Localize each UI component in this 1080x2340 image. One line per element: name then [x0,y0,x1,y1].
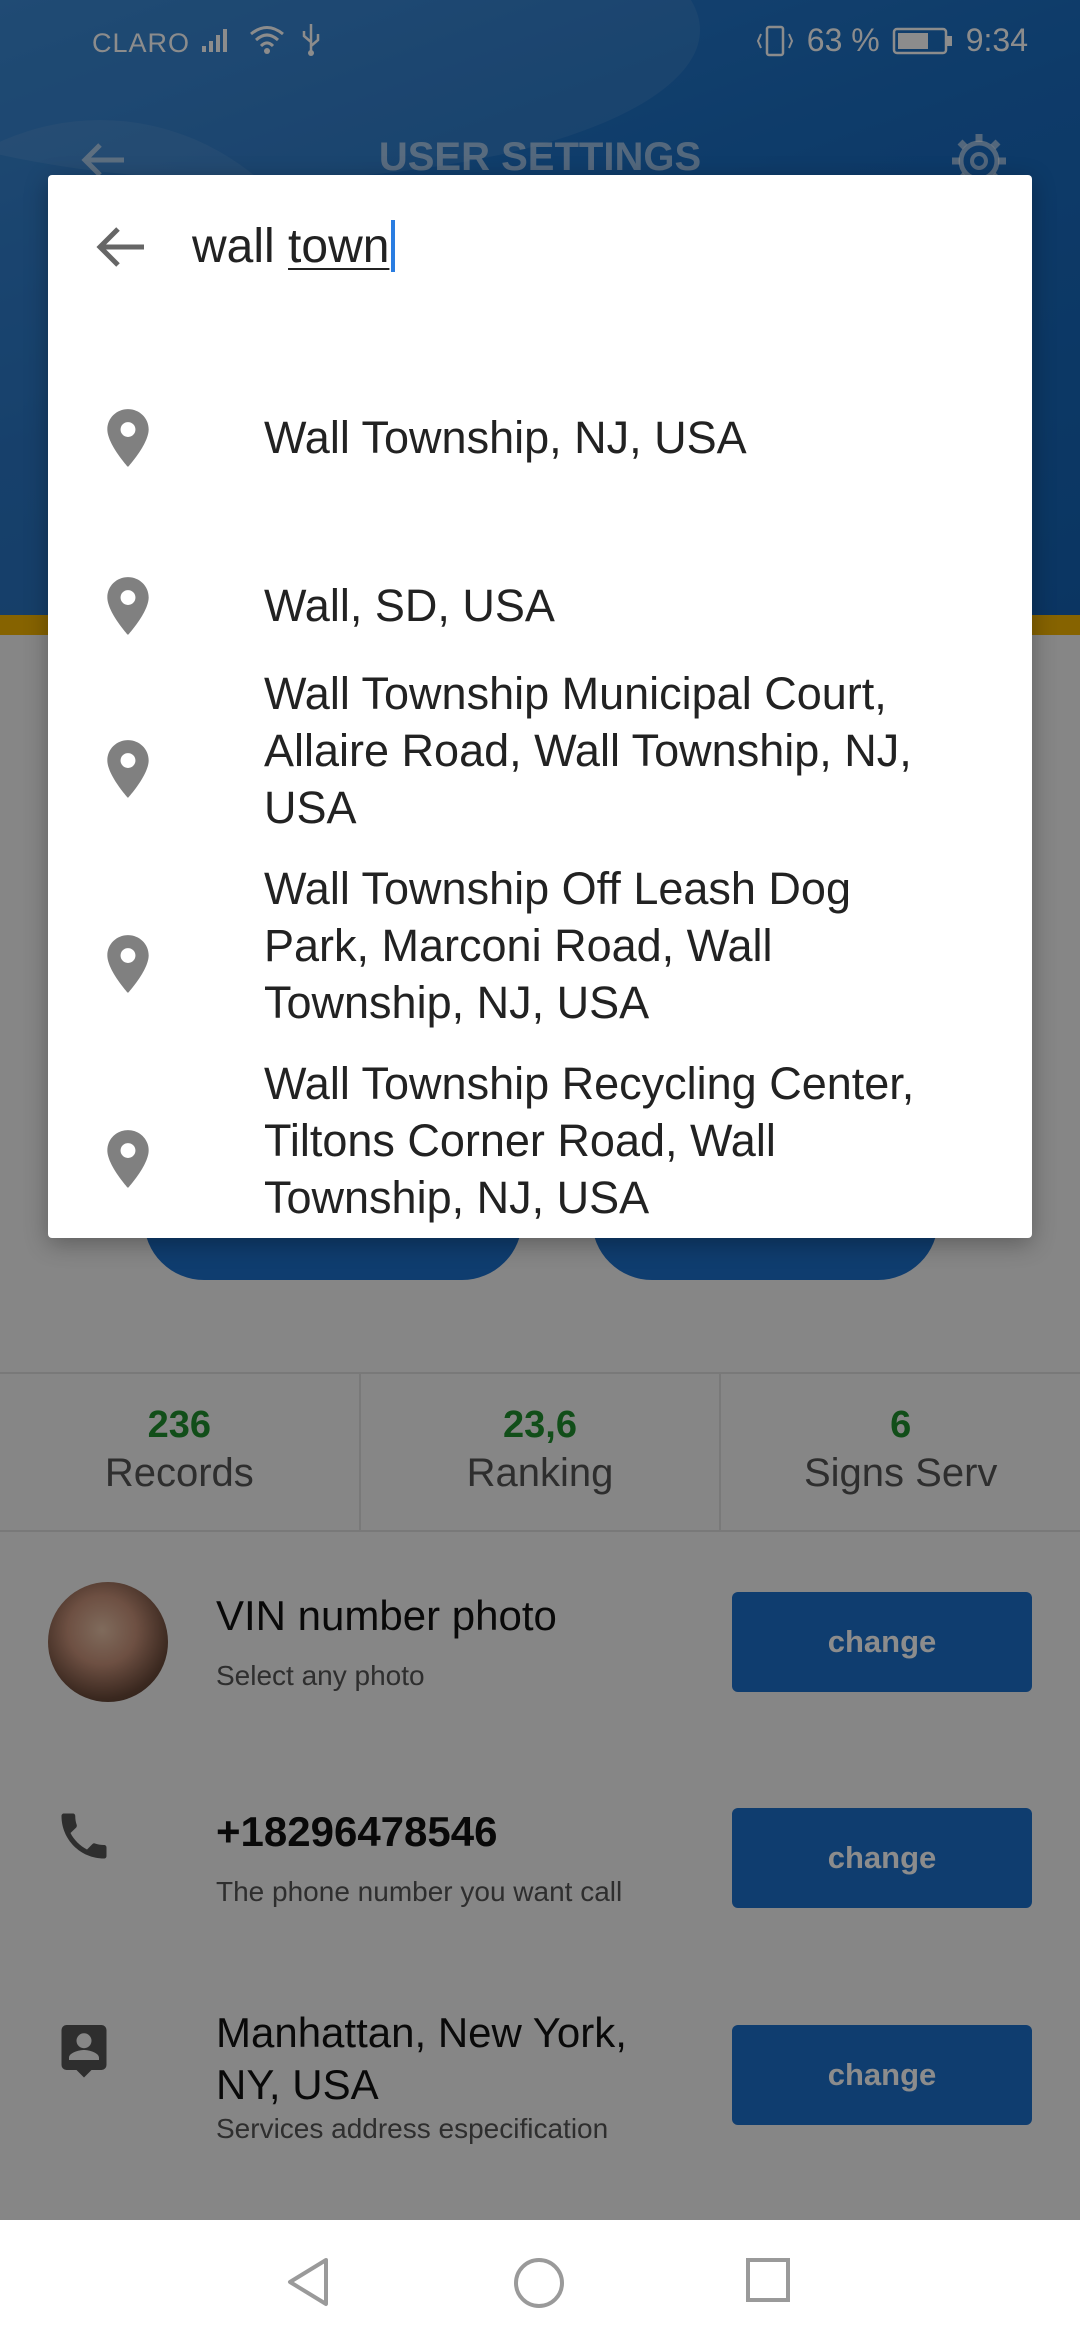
result-line: Wall Township, NJ, USA [264,412,747,463]
result-line: Wall, SD, USA [264,580,555,631]
triangle-back-icon[interactable] [284,2256,332,2308]
query-composing-text: town [288,220,390,273]
result-line: Wall Township Municipal Court, [264,668,887,719]
search-result-item[interactable]: Wall, SD, USA [48,533,1032,683]
search-input[interactable]: wall town [192,219,396,274]
search-result-item[interactable]: Wall Township Recycling Center, Tiltons … [48,1055,1032,1238]
result-text: Wall Township Off Leash Dog Park, Marcon… [264,860,1004,1031]
query-text: wall [192,220,289,273]
result-line: Wall Township Off Leash Dog [264,863,851,914]
location-pin-icon [107,577,149,635]
result-line: Allaire Road, Wall Township, NJ, [264,725,912,776]
system-nav-bar [0,2220,1080,2340]
location-pin-icon [107,1130,149,1188]
place-search-dialog: wall town Wall Township, NJ, USA Wall, S… [48,175,1032,1238]
search-back-icon[interactable] [90,217,150,277]
result-text: Wall, SD, USA [264,577,1004,634]
search-result-item[interactable]: Wall Township Municipal Court, Allaire R… [48,665,1032,860]
search-result-item[interactable]: Wall Township, NJ, USA [48,365,1032,515]
result-line: Township, NJ, USA [264,1172,650,1223]
result-text: Wall Township Municipal Court, Allaire R… [264,665,1004,836]
result-line: USA [264,782,357,833]
circle-home-icon[interactable] [512,2256,566,2310]
text-caret [391,220,396,272]
result-text: Wall Township, NJ, USA [264,409,1004,466]
location-pin-icon [107,935,149,993]
search-result-item[interactable]: Wall Township Off Leash Dog Park, Marcon… [48,860,1032,1055]
location-pin-icon [107,409,149,467]
result-line: Park, Marconi Road, Wall [264,920,773,971]
result-line: Tiltons Corner Road, Wall [264,1115,776,1166]
square-recents-icon[interactable] [744,2256,792,2304]
result-line: Wall Township Recycling Center, [264,1058,915,1109]
result-line: Township, NJ, USA [264,977,650,1028]
result-text: Wall Township Recycling Center, Tiltons … [264,1055,1004,1226]
location-pin-icon [107,740,149,798]
